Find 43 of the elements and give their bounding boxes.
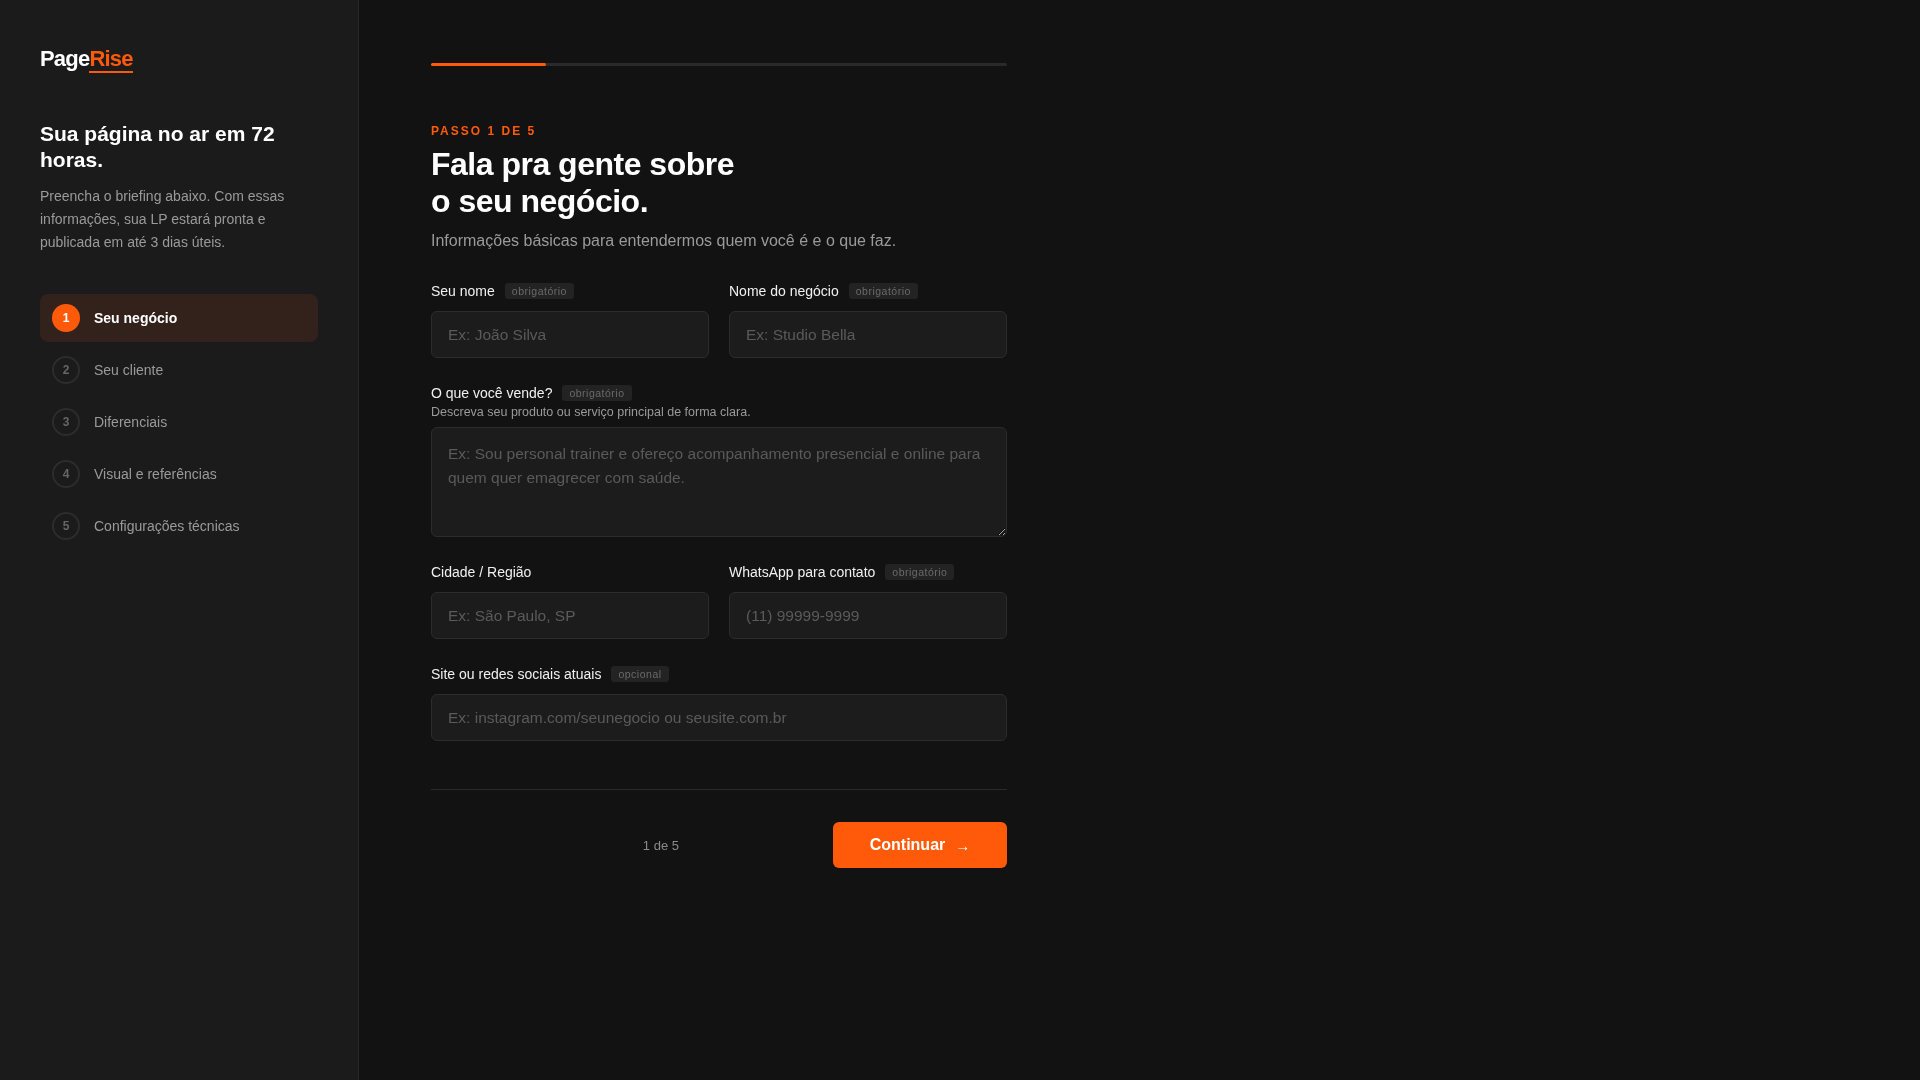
sidebar-description: Preencha o briefing abaixo. Com essas informações, sua LP estará pronta e publicada em até 3 dias úteis. xyxy=(40,187,286,252)
field-tag: opcional xyxy=(611,666,669,682)
form-title: Fala pra gente sobre o seu negócio. xyxy=(431,146,735,220)
step-label: Seu cliente xyxy=(94,362,164,378)
step-item[interactable]: 2 Seu cliente xyxy=(40,346,318,394)
field-tag: obrigatório xyxy=(885,564,955,580)
field-label: Seu nome xyxy=(431,283,495,299)
step-number: 3 xyxy=(52,408,80,436)
field-label: Site ou redes sociais atuais xyxy=(431,666,602,682)
input-field[interactable]: Ex: João Silva xyxy=(431,311,709,358)
field-tag: obrigatório xyxy=(848,283,918,299)
input-field[interactable]: Ex: São Paulo, SP xyxy=(431,592,709,639)
field-label: WhatsApp para contato xyxy=(729,564,876,580)
field-label: O que você vende? xyxy=(431,385,553,401)
logo-text-accent: Rise xyxy=(89,47,133,73)
arrow-icon: → xyxy=(955,836,971,854)
logo-text: Page xyxy=(40,47,90,73)
step-label: Configurações técnicas xyxy=(94,518,240,534)
field-tag: obrigatório xyxy=(504,283,574,299)
step-number: 4 xyxy=(52,460,80,488)
step-label: Diferenciais xyxy=(94,414,168,430)
field-label: Cidade / Região xyxy=(431,564,532,580)
field-label: Nome do negócio xyxy=(729,283,839,299)
step-item[interactable]: 1 Seu negócio xyxy=(40,294,318,342)
step-label: Seu negócio xyxy=(94,310,178,326)
input-field[interactable]: Ex: Studio Bella xyxy=(729,311,1007,358)
step-label: Visual e referências xyxy=(94,466,217,482)
input-field[interactable]: Ex: instagram.com/seunegocio ou seusite.com.br xyxy=(431,694,1007,741)
step-number: 1 xyxy=(52,304,80,332)
sidebar-heading: Sua página no ar em 72 horas. xyxy=(40,121,276,173)
form-subtitle: Informações básicas para entendermos quem você é e o que faz. xyxy=(431,232,898,250)
text-area[interactable]: Ex: Sou personal trainer e ofereço acompanhamento presencial e online para quem quer emagrecer com saúde. xyxy=(431,427,1007,537)
field-tag: obrigatório xyxy=(562,385,632,401)
field-hint: Descreva seu produto ou serviço principal de forma clara. xyxy=(431,405,752,419)
step-item[interactable]: 4 Visual e referências xyxy=(40,450,318,498)
step-eyebrow: PASSO 1 DE 5 xyxy=(431,124,538,138)
step-item[interactable]: 5 Configurações técnicas xyxy=(40,502,318,550)
step-number: 2 xyxy=(52,356,80,384)
step-item[interactable]: 3 Diferenciais xyxy=(40,398,318,446)
step-counter: 1 de 5 xyxy=(642,837,679,853)
continue-button[interactable]: Continuar → xyxy=(833,822,1007,868)
input-field[interactable]: (11) 99999-9999 xyxy=(729,592,1007,639)
step-number: 5 xyxy=(52,512,80,540)
